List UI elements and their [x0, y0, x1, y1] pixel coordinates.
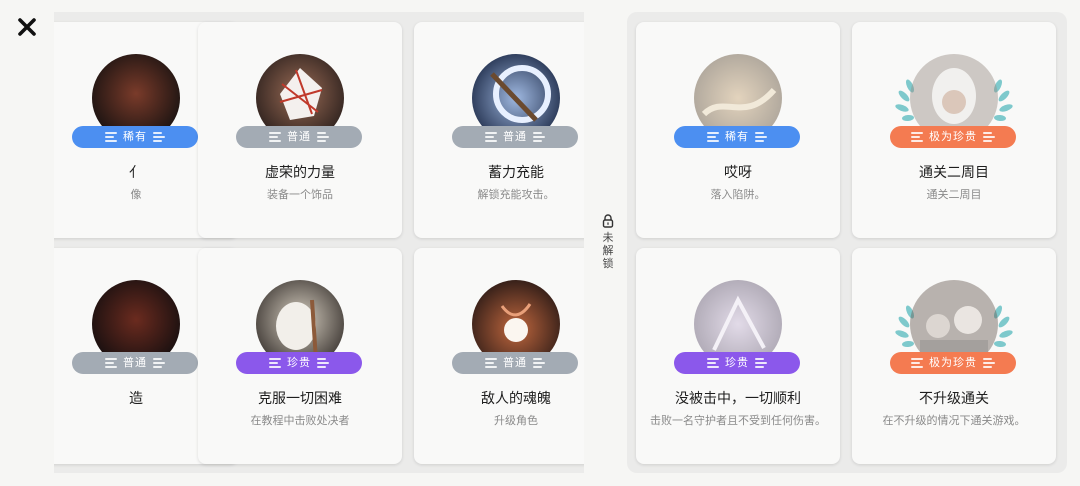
achievement-title: 蓄力充能 — [488, 165, 544, 181]
achievement-title: 没被击中，一切顺利 — [675, 391, 801, 407]
locked-label-char: 解 — [602, 244, 614, 257]
achievement-card[interactable]: 珍贵 没被击中，一切顺利 击败一名守护者且不受到任何伤害。 — [636, 248, 840, 464]
achievement-card[interactable]: 普通 虚荣的力量 装备一个饰品 — [198, 22, 402, 238]
achievement-title: 不升级通关 — [919, 391, 989, 407]
achievement-title: 通关二周目 — [919, 165, 989, 181]
achievement-title: 敌人的魂魄 — [481, 391, 551, 407]
achievement-title: 哎呀 — [724, 165, 752, 181]
close-icon — [18, 18, 36, 36]
rarity-badge: 普通 — [452, 352, 578, 374]
achievement-description: 升级角色 — [494, 414, 538, 427]
achievement-title: 克服一切困难 — [258, 391, 342, 407]
achievement-description: 击败一名守护者且不受到任何伤害。 — [650, 414, 826, 427]
close-button[interactable] — [14, 14, 40, 40]
locked-section-label: 未 解 锁 — [599, 214, 617, 270]
rarity-badge: 极为珍贵 — [890, 352, 1016, 374]
achievement-card[interactable]: 极为珍贵 不升级通关 在不升级的情况下通关游戏。 — [852, 248, 1056, 464]
lock-icon — [602, 214, 614, 228]
achievement-card[interactable]: 极为珍贵 通关二周目 通关二周目 — [852, 22, 1056, 238]
achievement-description: 落入陷阱。 — [710, 188, 766, 201]
rarity-badge: 珍贵 — [674, 352, 800, 374]
locked-label-char: 锁 — [602, 257, 614, 270]
rarity-badge: 极为珍贵 — [890, 126, 1016, 148]
achievement-description: 装备一个饰品 — [267, 188, 333, 201]
achievement-description: 通关二周目 — [926, 188, 982, 201]
rarity-badge: 普通 — [72, 352, 198, 374]
rarity-badge: 普通 — [452, 126, 578, 148]
achievement-description: 在不升级的情况下通关游戏。 — [882, 414, 1026, 427]
achievement-description: 在教程中击败处决者 — [250, 414, 350, 427]
unlocked-achievements-panel: 稀有 亻 像 普通 虚荣的力量 装备一个饰品 普通 蓄力充能 解锁充能攻击。 普… — [54, 12, 584, 473]
unlocked-panel-clip: 稀有 亻 像 普通 虚荣的力量 装备一个饰品 普通 蓄力充能 解锁充能攻击。 普… — [54, 0, 584, 486]
rarity-badge: 珍贵 — [236, 352, 362, 374]
achievement-card[interactable]: 普通 蓄力充能 解锁充能攻击。 — [414, 22, 584, 238]
achievement-description: 解锁充能攻击。 — [477, 188, 555, 201]
rarity-badge: 稀有 — [674, 126, 800, 148]
achievement-card[interactable]: 珍贵 克服一切困难 在教程中击败处决者 — [198, 248, 402, 464]
achievement-title: 虚荣的力量 — [265, 165, 335, 181]
achievement-card[interactable]: 普通 敌人的魂魄 升级角色 — [414, 248, 584, 464]
achievement-card[interactable]: 稀有 哎呀 落入陷阱。 — [636, 22, 840, 238]
locked-label-char: 未 — [602, 231, 614, 244]
rarity-badge: 普通 — [236, 126, 362, 148]
rarity-badge: 稀有 — [72, 126, 198, 148]
locked-achievements-panel: 稀有 哎呀 落入陷阱。 极为珍贵 通关二周目 通关二周目 珍贵 没被击中，一切顺… — [627, 12, 1067, 473]
